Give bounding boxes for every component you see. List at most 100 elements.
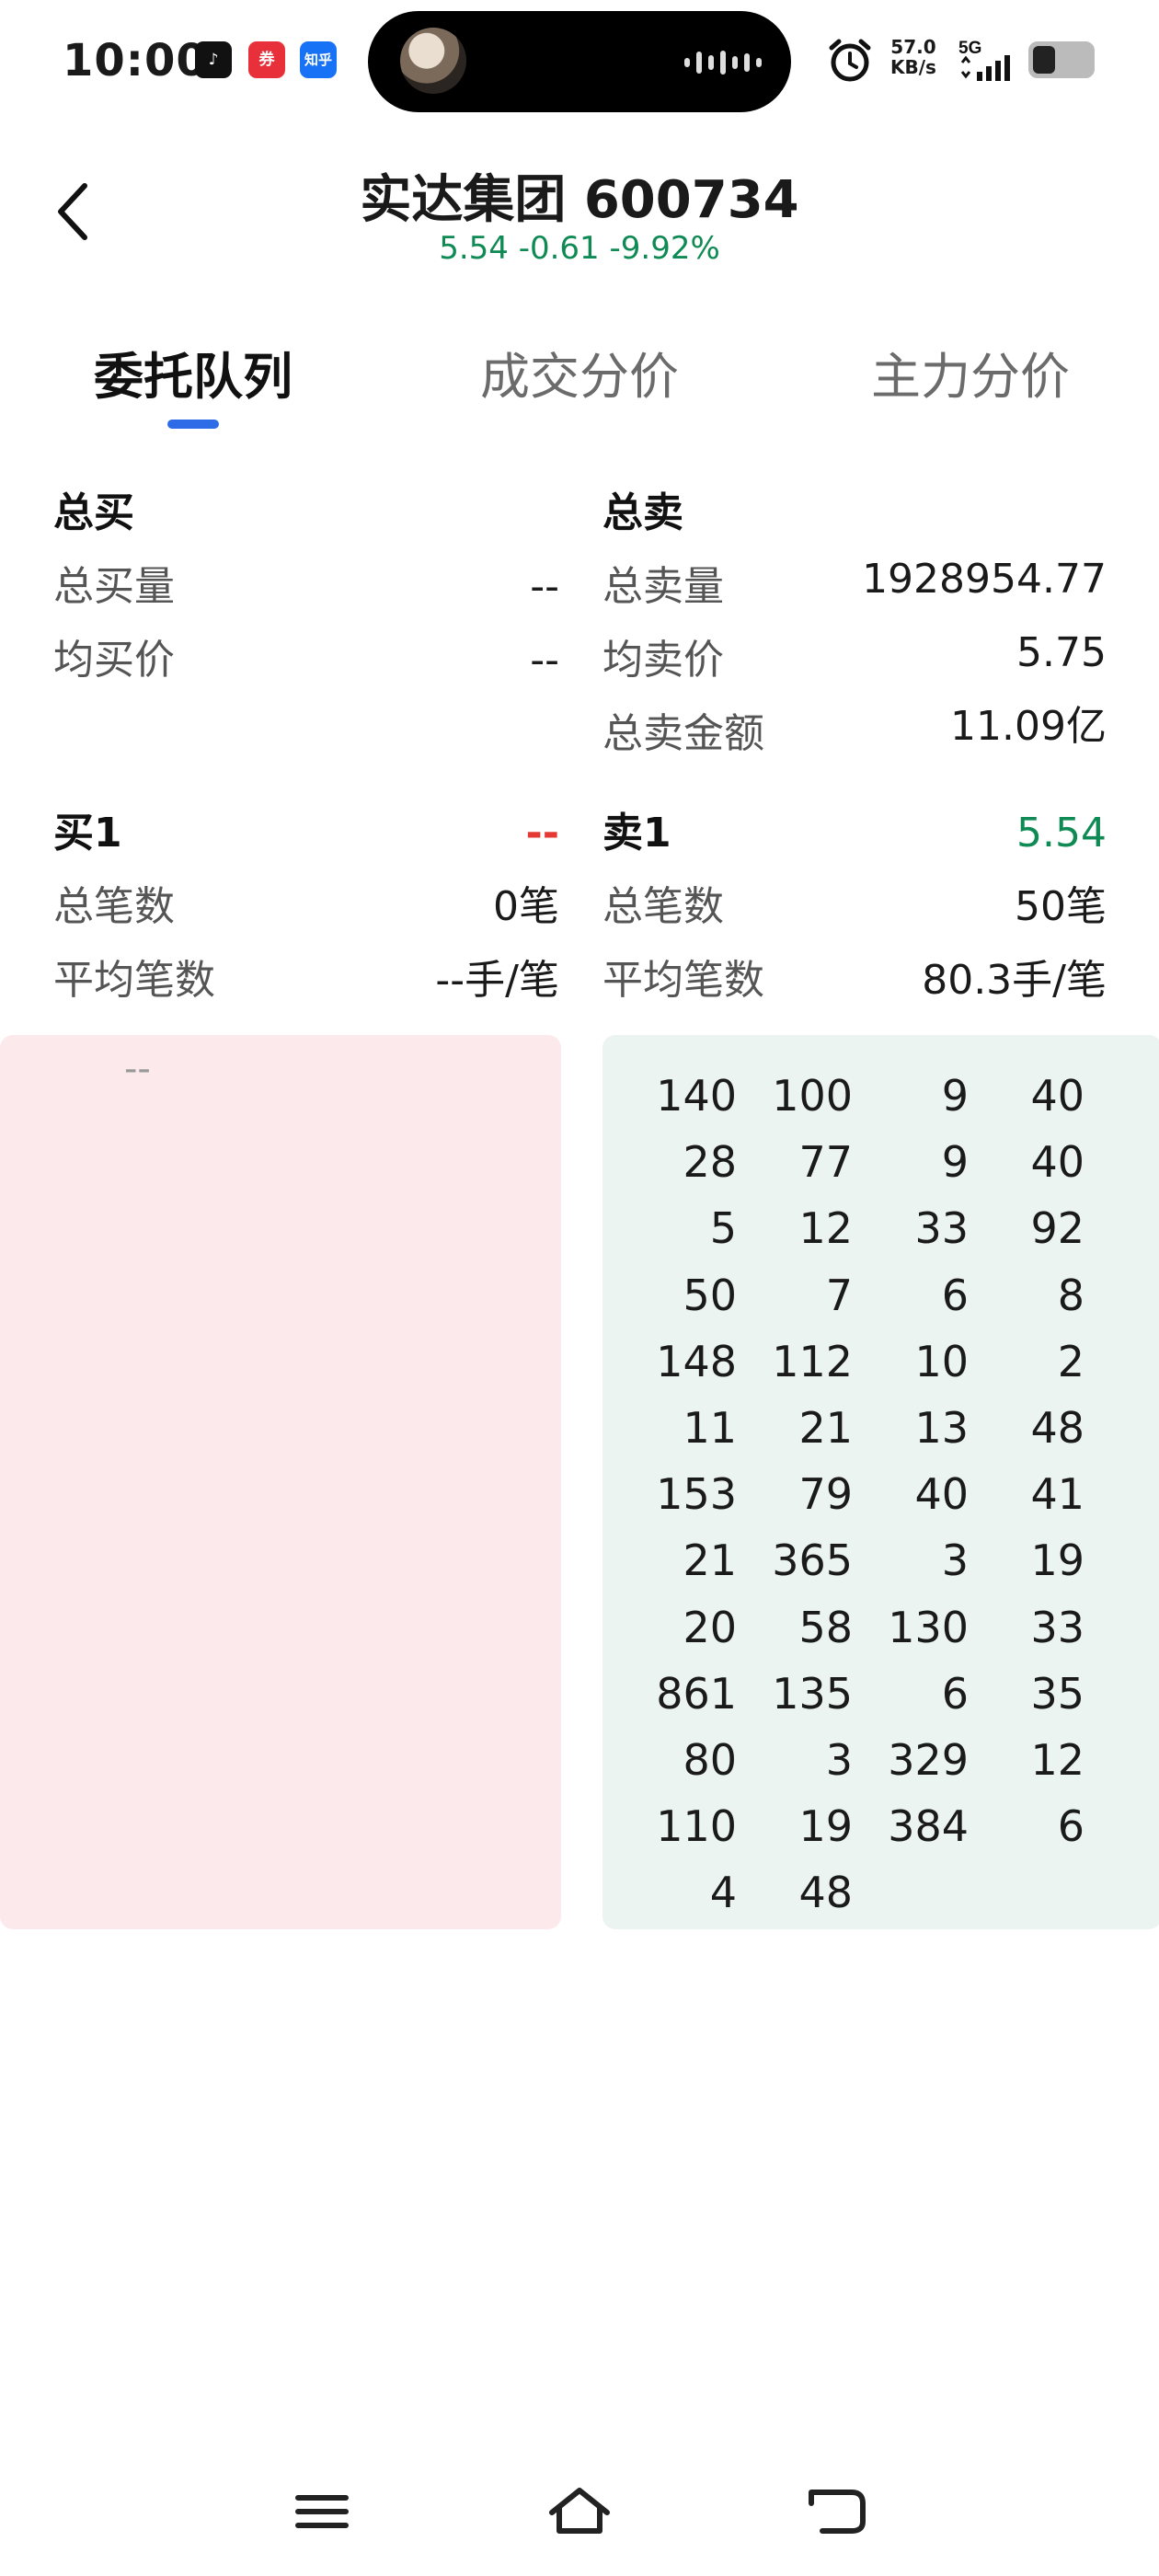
sell-avg-price-value: 5.75	[1016, 629, 1107, 676]
sell-avg-price-row: 均卖价 5.75	[602, 629, 1107, 688]
net-speed-value: 57.0	[890, 36, 936, 58]
buy1-avg-value: --手/笔	[435, 957, 559, 1004]
sell-queue-cell: 40	[914, 1469, 969, 1520]
status-time: 10:00	[63, 35, 208, 86]
sell-queue-grid: 140 100 9 40 28 77 9 40 5 12 33 92 50 7 6 8 148 112 10 2 11 2…	[621, 1063, 1084, 1926]
sell1-price: 5.54	[1016, 810, 1107, 857]
tab-order-queue[interactable]: 委托队列	[0, 336, 386, 408]
music-app-icon: ♪	[195, 41, 232, 78]
sell-queue-cell: 40	[1030, 1071, 1084, 1121]
sell-queue-cell: 7	[825, 1270, 853, 1320]
sell-queue-cell: 5	[709, 1203, 737, 1254]
menu-icon[interactable]	[285, 2479, 359, 2544]
sell1-label: 卖1	[602, 810, 671, 857]
sell-queue-cell: 48	[1030, 1402, 1084, 1453]
battery-icon	[1028, 41, 1095, 78]
sell-queue-cell: 80	[683, 1734, 737, 1785]
net-speed-unit: KB/s	[890, 56, 936, 78]
sell-summary-heading: 总卖	[602, 486, 1107, 541]
sell-queue-cell: 140	[656, 1071, 737, 1121]
sell-volume-value: 1928954.77	[862, 556, 1107, 603]
sell-amount-value: 11.09亿	[950, 703, 1107, 750]
buy1-count-value: 0笔	[493, 883, 559, 930]
buy1-row: 买1 --	[53, 806, 559, 861]
sell-queue-cell: 153	[656, 1469, 737, 1520]
stock-title: 实达集团 600734	[360, 170, 799, 230]
sell-queue-cell: 33	[1030, 1602, 1084, 1652]
sell-queue-cell: 6	[1057, 1801, 1084, 1852]
sell-queue-cell: 3	[825, 1734, 853, 1785]
audio-wave-icon	[684, 50, 762, 75]
sell-queue-cell: 48	[798, 1868, 853, 1918]
sell-queue-cell: 50	[683, 1270, 737, 1320]
sell1-count-value: 50笔	[1015, 883, 1107, 930]
tab-indicator	[167, 420, 219, 429]
sell-queue-cell: 130	[888, 1602, 969, 1652]
sell-queue-cell: 92	[1030, 1203, 1084, 1254]
sell-queue-cell: 110	[656, 1801, 737, 1852]
sell-queue-panel[interactable]: 140 100 9 40 28 77 9 40 5 12 33 92 50 7 6 8 148 112 10 2 11 2…	[602, 1035, 1159, 1929]
sell1-avg-label: 平均笔数	[602, 957, 764, 1004]
securities-app-icon: 券	[248, 41, 285, 78]
sell-queue-cell: 100	[772, 1071, 853, 1121]
sell-queue-cell: 2	[1057, 1336, 1084, 1386]
sell-queue-cell: 135	[772, 1668, 853, 1719]
back-nav-icon[interactable]	[802, 2479, 876, 2544]
buy1-label: 买1	[53, 810, 122, 857]
media-avatar	[400, 28, 466, 94]
status-bar: 10:00 ♪ 券 知乎 57.0 KB/s 5G	[0, 0, 1159, 124]
sell1-count-row: 总笔数 50笔	[602, 880, 1107, 935]
sell-amount-row: 总卖金额 11.09亿	[602, 703, 1107, 762]
sell-queue-cell: 58	[798, 1602, 853, 1652]
sell-queue-cell: 8	[1057, 1270, 1084, 1320]
buy-queue-empty: --	[124, 1048, 151, 1090]
buy1-avg-row: 平均笔数 --手/笔	[53, 953, 559, 1008]
sell-queue-cell: 40	[1030, 1137, 1084, 1188]
buy-queue-panel[interactable]: --	[0, 1035, 561, 1929]
sell-amount-label: 总卖金额	[602, 710, 764, 757]
sell1-row: 卖1 5.54	[602, 806, 1107, 861]
dynamic-island[interactable]	[368, 11, 791, 112]
sell-queue-cell: 21	[798, 1402, 853, 1453]
tab-trade-price[interactable]: 成交分价	[386, 336, 773, 408]
tab-main-force-price[interactable]: 主力分价	[777, 336, 1159, 408]
sell-avg-price-label: 均卖价	[602, 637, 724, 684]
sell-queue-cell: 19	[1030, 1535, 1084, 1586]
sell-heading: 总卖	[602, 489, 683, 536]
sell-queue-cell: 12	[1030, 1734, 1084, 1785]
sell-queue-cell: 79	[798, 1469, 853, 1520]
sell-queue-cell: 6	[941, 1668, 969, 1719]
buy1-count-label: 总笔数	[53, 883, 175, 930]
sell-queue-cell: 35	[1030, 1668, 1084, 1719]
home-icon[interactable]	[543, 2479, 616, 2544]
svg-text:5G: 5G	[958, 39, 981, 58]
sell-queue-cell: 148	[656, 1336, 737, 1386]
alarm-icon	[829, 39, 871, 82]
sell-queue-cell: 41	[1030, 1469, 1084, 1520]
sell-queue-cell: 20	[683, 1602, 737, 1652]
buy-avg-price-value: --	[530, 637, 559, 684]
buy-summary-heading: 总买	[53, 486, 559, 541]
sell-queue-cell: 28	[683, 1137, 737, 1188]
sell-queue-cell: 9	[941, 1071, 969, 1121]
sell-queue-cell: 19	[798, 1801, 853, 1852]
buy-avg-price-label: 均买价	[53, 637, 175, 684]
buy1-price: --	[525, 810, 559, 857]
buy-volume-row: 总买量 --	[53, 559, 559, 615]
stock-quote: 5.54 -0.61 -9.92%	[439, 230, 720, 267]
sell-queue-cell: 329	[888, 1734, 969, 1785]
sell1-count-label: 总笔数	[602, 883, 724, 930]
zhihu-app-icon: 知乎	[300, 41, 337, 78]
sell-queue-cell: 11	[683, 1402, 737, 1453]
sell-queue-cell: 77	[798, 1137, 853, 1188]
sell-queue-cell: 12	[798, 1203, 853, 1254]
sell-queue-cell: 112	[772, 1336, 853, 1386]
buy-volume-value: --	[530, 563, 559, 610]
buy-volume-label: 总买量	[53, 563, 175, 610]
sell-queue-cell: 6	[941, 1270, 969, 1320]
sell-volume-row: 总卖量 1928954.77	[602, 556, 1107, 615]
sell1-avg-value: 80.3手/笔	[922, 957, 1107, 1004]
cellular-signal-icon: 5G	[958, 39, 1010, 81]
sell-queue-cell: 4	[709, 1868, 737, 1918]
sell1-avg-row: 平均笔数 80.3手/笔	[602, 953, 1107, 1008]
